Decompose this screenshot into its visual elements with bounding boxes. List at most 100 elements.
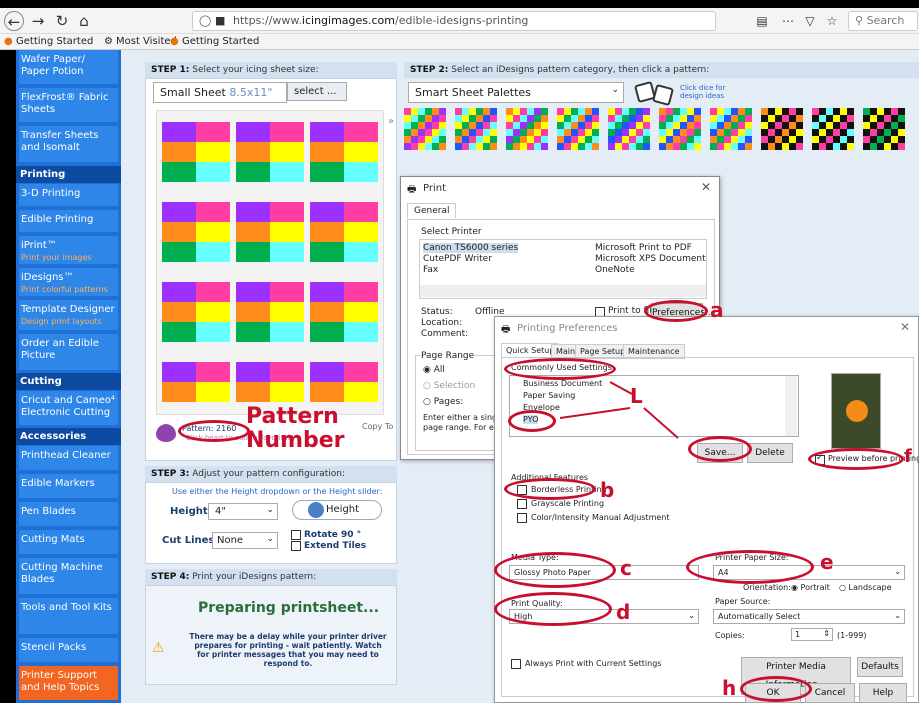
palette-swatch[interactable] — [717, 136, 724, 143]
bookmark-most-visited[interactable]: Most Visited — [116, 34, 177, 49]
printer-list-scrollbar[interactable] — [420, 285, 706, 297]
settings-scrollbar[interactable] — [785, 376, 797, 436]
palette-swatch[interactable] — [557, 136, 564, 143]
palette-swatch[interactable] — [680, 143, 687, 150]
palette-swatch[interactable] — [534, 108, 541, 115]
palette-swatch[interactable] — [847, 136, 854, 143]
palette-swatch[interactable] — [411, 115, 418, 122]
palette-swatch[interactable] — [506, 108, 513, 115]
palette-swatch[interactable] — [659, 122, 666, 129]
palette-swatch[interactable] — [520, 122, 527, 129]
palette-swatch[interactable] — [761, 129, 768, 136]
palette-swatch[interactable] — [439, 115, 446, 122]
palette-swatch[interactable] — [615, 115, 622, 122]
palette-swatch[interactable] — [425, 122, 432, 129]
palette-swatch[interactable] — [643, 143, 650, 150]
help-button[interactable]: Help — [859, 683, 907, 703]
palette-swatch[interactable] — [870, 115, 877, 122]
palette-swatch[interactable] — [673, 143, 680, 150]
palette-swatch[interactable] — [694, 115, 701, 122]
palette-swatch[interactable] — [710, 129, 717, 136]
tab-general[interactable]: General — [407, 203, 457, 218]
palette-swatch[interactable] — [557, 129, 564, 136]
palette-swatch[interactable] — [659, 129, 666, 136]
palette-swatch[interactable] — [404, 122, 411, 129]
palette-swatch[interactable] — [738, 129, 745, 136]
palette-swatch[interactable] — [571, 115, 578, 122]
palette-swatch[interactable] — [775, 108, 782, 115]
palette-swatch[interactable] — [462, 143, 469, 150]
palette-swatch[interactable] — [884, 108, 891, 115]
palette-swatch[interactable] — [833, 115, 840, 122]
printer-onenote[interactable]: OneNote — [595, 265, 635, 275]
palette-swatch[interactable] — [541, 136, 548, 143]
palette-swatch[interactable] — [761, 143, 768, 150]
palette-swatch[interactable] — [564, 122, 571, 129]
palette-swatch[interactable] — [680, 122, 687, 129]
palette-swatch[interactable] — [666, 115, 673, 122]
grayscale-checkbox[interactable] — [517, 499, 527, 509]
palette-swatch[interactable] — [870, 129, 877, 136]
palette-swatch[interactable] — [812, 136, 819, 143]
palette-swatch[interactable] — [585, 122, 592, 129]
palette-swatch[interactable] — [863, 115, 870, 122]
palette-swatch[interactable] — [826, 143, 833, 150]
palette-swatch[interactable] — [527, 122, 534, 129]
sidebar-item-support[interactable]: Printer Support and Help Topics — [19, 666, 118, 700]
palette-swatch[interactable] — [483, 115, 490, 122]
palette-swatch[interactable] — [870, 136, 877, 143]
sidebar-item-machine-blades[interactable]: Cutting Machine Blades — [19, 558, 118, 594]
palette-swatch[interactable] — [724, 122, 731, 129]
palette-swatch[interactable] — [796, 136, 803, 143]
palette-swatch[interactable] — [615, 122, 622, 129]
palette-swatch[interactable] — [432, 129, 439, 136]
palette-swatch[interactable] — [557, 108, 564, 115]
extend-checkbox[interactable] — [291, 541, 301, 551]
palette-swatch[interactable] — [520, 115, 527, 122]
palette-swatch[interactable] — [513, 108, 520, 115]
palette-swatch[interactable] — [622, 129, 629, 136]
palette-swatch[interactable] — [659, 108, 666, 115]
palette-swatch[interactable] — [673, 122, 680, 129]
cancel-button[interactable]: Cancel — [805, 683, 855, 703]
palette-swatch[interactable] — [789, 115, 796, 122]
palette-swatch[interactable] — [411, 122, 418, 129]
palette-swatch[interactable] — [578, 115, 585, 122]
palette-swatch[interactable] — [615, 143, 622, 150]
sidebar-item-3d[interactable]: 3-D Printing — [19, 184, 118, 206]
palette-swatch[interactable] — [812, 115, 819, 122]
palette-swatch[interactable] — [585, 136, 592, 143]
palette-swatch[interactable] — [891, 143, 898, 150]
palette-swatch[interactable] — [694, 108, 701, 115]
palette-swatch[interactable] — [775, 143, 782, 150]
palette-swatch[interactable] — [840, 122, 847, 129]
palette-swatch[interactable] — [636, 108, 643, 115]
palette-swatch[interactable] — [564, 129, 571, 136]
palette-swatch[interactable] — [476, 108, 483, 115]
palette-swatch[interactable] — [782, 108, 789, 115]
palette-swatch[interactable] — [404, 108, 411, 115]
palette-swatch[interactable] — [578, 108, 585, 115]
palette-swatch[interactable] — [513, 122, 520, 129]
palette-swatch[interactable] — [789, 136, 796, 143]
palette-swatch[interactable] — [768, 122, 775, 129]
palette-swatch[interactable] — [687, 115, 694, 122]
palette-swatch[interactable] — [877, 143, 884, 150]
palette-swatch[interactable] — [439, 108, 446, 115]
palette-swatch[interactable] — [819, 129, 826, 136]
palette-swatch[interactable] — [425, 143, 432, 150]
palette-swatch[interactable] — [775, 129, 782, 136]
palette-swatch[interactable] — [564, 136, 571, 143]
palette-swatch[interactable] — [666, 136, 673, 143]
sidebar-item-printhead[interactable]: Printhead Cleaner — [19, 446, 118, 470]
palette-swatch[interactable] — [578, 129, 585, 136]
printer-ms-xps[interactable]: Microsoft XPS Document — [595, 254, 706, 264]
palette-swatch[interactable] — [891, 129, 898, 136]
palette-swatch[interactable] — [745, 129, 752, 136]
palette-swatch[interactable] — [796, 108, 803, 115]
palette-swatch[interactable] — [659, 143, 666, 150]
palette-swatch[interactable] — [782, 129, 789, 136]
palette-swatch[interactable] — [643, 136, 650, 143]
palette-swatch[interactable] — [694, 122, 701, 129]
palette-swatch[interactable] — [571, 136, 578, 143]
